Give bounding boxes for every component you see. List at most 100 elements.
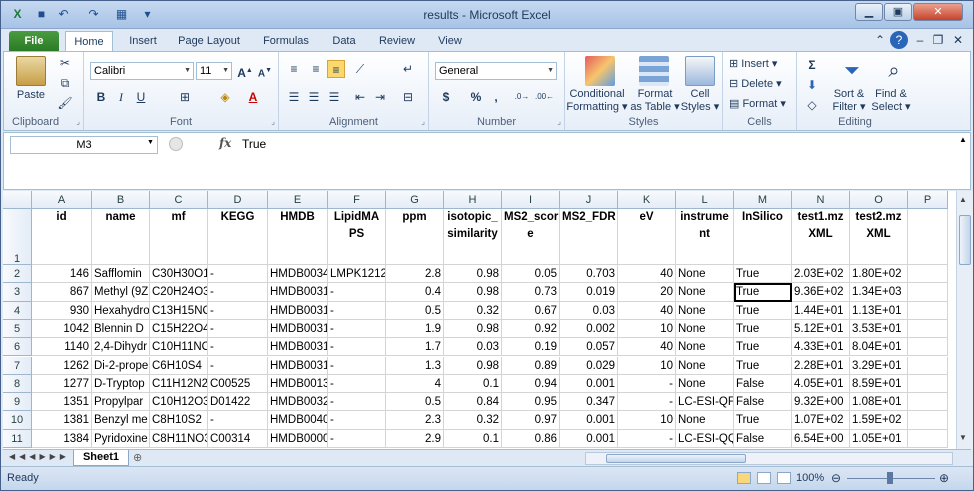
minimize-button[interactable]: ▁ [855,3,883,21]
table-cell[interactable]: 0.057 [560,338,618,357]
row-header[interactable]: 5 [3,319,32,339]
table-cell[interactable] [908,319,948,339]
tab-page-layout[interactable]: Page Layout [173,31,245,51]
column-header-b[interactable]: B [92,191,150,209]
selected-cell[interactable]: True [734,283,792,302]
table-cell[interactable]: 930 [32,301,92,320]
table-cell[interactable]: - [208,265,268,284]
table-cell[interactable]: - [208,338,268,357]
table-cell[interactable]: C15H22O4 [150,319,208,339]
table-cell[interactable]: 0.67 [502,301,560,320]
table-cell[interactable]: 10 [618,319,676,339]
table-cell[interactable]: HMDB0031 [268,319,328,339]
table-cell[interactable]: 867 [32,283,92,302]
horizontal-scroll-thumb[interactable] [606,454,746,463]
table-cell[interactable]: 0.001 [560,429,618,448]
table-cell[interactable]: Pyridoxine [92,429,150,448]
table-cell[interactable]: 1.80E+02 [850,265,908,284]
table-cell[interactable]: 0.94 [502,374,560,394]
scroll-down-icon[interactable]: ▼ [959,433,967,442]
table-cell[interactable]: 0.05 [502,265,560,284]
number-format-select[interactable]: General ▼ [435,62,557,80]
select-all-corner[interactable] [3,191,32,209]
table-cell[interactable]: 0.73 [502,283,560,302]
table-cell[interactable]: C11H12N2 [150,374,208,394]
table-cell[interactable]: - [208,283,268,302]
tab-file[interactable]: File [9,31,59,51]
table-cell[interactable]: 1140 [32,338,92,357]
column-header-n[interactable]: N [792,191,850,209]
table-cell[interactable]: 8.59E+01 [850,374,908,394]
table-cell[interactable]: LC-ESI-QQ [676,429,734,448]
table-cell[interactable]: 0.95 [502,393,560,412]
align-top-icon[interactable]: ≡ [285,60,303,78]
table-cell[interactable]: D-Tryptop [92,374,150,394]
delete-cells-button[interactable]: ⊟ Delete ▾ [729,78,793,91]
table-cell[interactable]: 9.32E+00 [792,393,850,412]
doc-close-icon[interactable]: ✕ [949,31,967,49]
table-cell[interactable]: Hexahydro [92,301,150,320]
underline-button[interactable]: U [132,88,150,106]
cell-styles-button[interactable]: Cell Styles ▾ [679,88,721,114]
row-header[interactable]: 9 [3,393,32,412]
table-cell[interactable] [908,301,948,320]
table-cell[interactable]: - [208,356,268,375]
format-painter-icon[interactable]: 🖌 [56,94,74,112]
page-layout-view-icon[interactable] [757,472,771,484]
column-header-g[interactable]: G [386,191,444,209]
table-cell[interactable]: None [676,411,734,430]
cut-icon[interactable]: ✂ [56,54,74,72]
table-cell[interactable]: C6H10S4 [150,356,208,375]
font-name-select[interactable]: Calibri ▼ [90,62,194,80]
table-cell[interactable]: - [328,301,386,320]
table-cell[interactable]: 2,4-Dihydr [92,338,150,357]
table-cell[interactable]: - [328,411,386,430]
table-cell[interactable]: 0.002 [560,319,618,339]
shrink-font-icon[interactable]: A▼ [256,62,274,80]
table-cell[interactable]: 0.001 [560,411,618,430]
doc-restore-icon[interactable]: ❐ [929,31,947,49]
table-cell[interactable] [908,393,948,412]
table-cell[interactable]: 0.89 [502,356,560,375]
sheet-nav-icons[interactable]: ◀◀◀▶▶▶ [9,452,70,461]
table-cell[interactable]: C00314 [208,429,268,448]
table-cell[interactable]: 1.59E+02 [850,411,908,430]
name-box-dropdown-icon[interactable]: ▼ [147,139,154,146]
table-cell[interactable]: 146 [32,265,92,284]
table-cell[interactable]: 1.44E+01 [792,301,850,320]
table-cell[interactable]: 0.32 [444,411,502,430]
header-cell[interactable]: mf [150,209,208,265]
table-cell[interactable]: 5.12E+01 [792,319,850,339]
column-header-c[interactable]: C [150,191,208,209]
format-as-table-button[interactable]: Format as Table ▾ [629,88,681,114]
copy-icon[interactable]: ⧉ [56,74,74,92]
tab-view[interactable]: View [429,31,471,51]
table-cell[interactable]: 1.34E+03 [850,283,908,302]
table-cell[interactable]: True [734,411,792,430]
table-cell[interactable]: - [328,429,386,448]
table-cell[interactable]: 0.86 [502,429,560,448]
fill-color-icon[interactable]: ◈ [216,88,234,106]
table-cell[interactable]: 1.9 [386,319,444,339]
table-cell[interactable]: C13H15NO [150,301,208,320]
table-cell[interactable]: HMDB0031 [268,283,328,302]
table-cell[interactable]: - [328,319,386,339]
table-cell[interactable]: 1.13E+01 [850,301,908,320]
help-icon[interactable]: ? [890,31,908,49]
column-header-j[interactable]: J [560,191,618,209]
alignment-dialog-launcher-icon[interactable]: ⌟ [421,117,425,126]
dialog-launcher-icon[interactable]: ⌟ [76,117,80,126]
clear-icon[interactable]: ◇ [803,96,821,114]
table-cell[interactable]: False [734,393,792,412]
row-header[interactable]: 8 [3,374,32,394]
merge-center-icon[interactable]: ⊟ [399,88,417,106]
table-cell[interactable]: True [734,319,792,339]
sort-filter-button[interactable]: Sort & Filter ▾ [827,88,871,114]
table-cell[interactable]: - [208,319,268,339]
table-cell[interactable]: 0.19 [502,338,560,357]
decrease-decimal-icon[interactable]: .00← [535,88,554,106]
table-cell[interactable]: 0.4 [386,283,444,302]
header-cell[interactable]: id [32,209,92,265]
column-header-i[interactable]: I [502,191,560,209]
align-bottom-icon[interactable]: ≡ [327,60,345,78]
